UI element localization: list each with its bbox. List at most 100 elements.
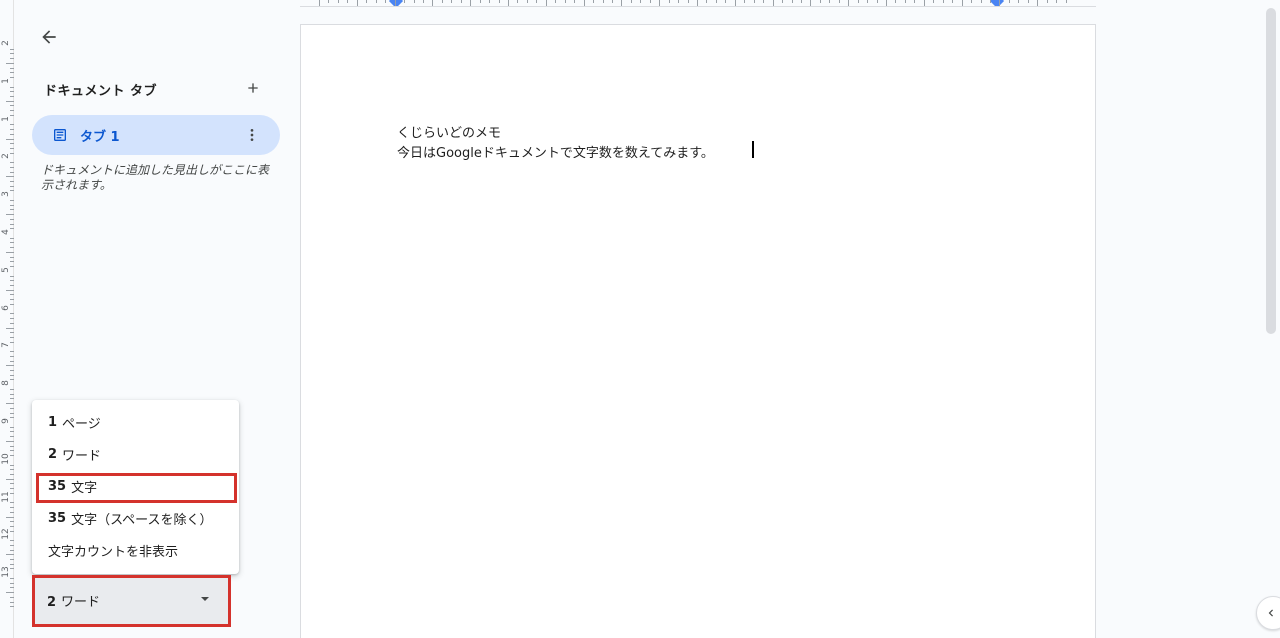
left-indent-marker[interactable] xyxy=(388,0,404,6)
horizontal-ruler-tick xyxy=(574,0,576,3)
vertical-ruler-tick xyxy=(6,214,14,216)
selected-unit: ワード xyxy=(61,595,101,610)
horizontal-ruler-tick xyxy=(904,0,906,3)
horizontal-ruler-tick xyxy=(536,0,538,3)
arrow-left-icon xyxy=(42,30,56,44)
horizontal-ruler-tick xyxy=(838,0,840,3)
vertical-ruler-tick xyxy=(6,592,14,594)
horizontal-ruler-tick xyxy=(1065,0,1067,3)
horizontal-ruler-tick xyxy=(649,0,651,3)
word-count-selector-label: 2 ワード xyxy=(47,591,100,610)
vertical-ruler-number: 9 xyxy=(1,418,11,424)
horizontal-ruler-tick xyxy=(923,0,925,6)
vertical-ruler-number: 13 xyxy=(1,566,11,578)
vertical-ruler-tick xyxy=(6,327,14,329)
horizontal-ruler-tick xyxy=(668,0,670,3)
horizontal-ruler-tick xyxy=(337,0,339,3)
menu-item-characters-excluding-spaces[interactable]: 35 文字（スペースを除く） xyxy=(32,502,239,534)
close-outline-button[interactable] xyxy=(36,24,62,50)
horizontal-ruler-tick xyxy=(706,0,708,3)
horizontal-ruler-tick xyxy=(640,0,642,3)
right-indent-marker[interactable] xyxy=(989,0,1005,6)
vertical-ruler-tick xyxy=(6,251,14,253)
document-page[interactable]: くじらいどのメモ 今日はGoogleドキュメントで文字数を数えてみます。 xyxy=(300,24,1096,638)
sidebar-item-tab-1[interactable]: タブ 1 xyxy=(32,115,280,155)
vertical-scrollbar[interactable] xyxy=(1266,8,1276,334)
selected-count: 2 xyxy=(47,595,57,610)
vertical-ruler-tick xyxy=(6,403,14,405)
horizontal-ruler-tick xyxy=(1008,0,1010,3)
menu-item-hide-word-count[interactable]: 文字カウントを非表示 xyxy=(32,534,239,566)
horizontal-ruler-tick xyxy=(1056,0,1058,3)
horizontal-ruler-tick xyxy=(1027,0,1029,3)
horizontal-ruler-tick xyxy=(715,0,717,3)
horizontal-ruler-tick xyxy=(470,0,472,6)
horizontal-ruler-tick xyxy=(319,0,320,6)
vertical-ruler-tick xyxy=(6,516,14,518)
menu-item-pages[interactable]: 1 ページ xyxy=(32,406,239,438)
menu-item-characters[interactable]: 35 文字 xyxy=(32,470,239,502)
horizontal-ruler-tick xyxy=(630,0,632,3)
horizontal-ruler-tick xyxy=(413,0,415,3)
horizontal-ruler-tick xyxy=(961,0,963,6)
menu-item-words[interactable]: 2 ワード xyxy=(32,438,239,470)
vertical-ruler-number: 1 xyxy=(1,77,11,84)
horizontal-ruler-tick xyxy=(659,0,661,6)
horizontal-ruler-tick xyxy=(687,0,689,3)
horizontal-ruler-tick xyxy=(498,0,500,3)
horizontal-ruler-tick xyxy=(394,0,396,6)
vertical-ruler-number: 8 xyxy=(1,380,11,387)
headings-placeholder-text: ドキュメントに追加した見出しがここに表示されます。 xyxy=(41,163,270,192)
plus-icon xyxy=(248,83,258,93)
horizontal-ruler-tick xyxy=(375,0,377,3)
show-side-panel-button[interactable] xyxy=(1256,596,1280,630)
vertical-ruler-number: 5 xyxy=(1,266,11,273)
menu-item-label: 文字カウントを非表示 xyxy=(48,544,179,560)
horizontal-ruler-tick xyxy=(725,0,727,3)
horizontal-ruler-tick xyxy=(451,0,453,3)
horizontal-ruler-tick xyxy=(857,0,859,3)
menu-item-label: 文字（スペースを除く） xyxy=(71,512,213,528)
document-line-2[interactable]: 今日はGoogleドキュメントで文字数を数えてみます。 xyxy=(397,142,714,161)
document-tabs-title: ドキュメント タブ xyxy=(44,84,158,99)
horizontal-ruler-tick xyxy=(791,0,793,3)
horizontal-ruler-tick xyxy=(895,0,897,3)
horizontal-ruler-tick xyxy=(564,0,566,3)
horizontal-ruler-tick xyxy=(1018,0,1020,3)
tab-options-button[interactable] xyxy=(240,123,264,147)
horizontal-ruler-tick xyxy=(819,0,821,3)
character-count-no-spaces: 35 xyxy=(48,510,67,526)
horizontal-ruler-tick xyxy=(772,0,774,6)
horizontal-ruler-tick xyxy=(441,0,443,3)
horizontal-ruler-tick xyxy=(782,0,784,3)
menu-item-label: ページ xyxy=(62,416,101,432)
chevron-left-icon xyxy=(1268,609,1273,617)
horizontal-ruler-tick xyxy=(678,0,680,3)
horizontal-ruler-tick xyxy=(810,0,812,6)
horizontal-ruler-tick xyxy=(460,0,462,3)
horizontal-ruler-tick xyxy=(555,0,557,3)
vertical-ruler-tick xyxy=(6,365,14,367)
vertical-ruler-tick xyxy=(6,478,14,480)
add-tab-button[interactable] xyxy=(242,77,264,99)
horizontal-ruler-tick xyxy=(848,0,850,6)
horizontal-ruler-tick xyxy=(800,0,802,3)
word-count-menu: 1 ページ 2 ワード 35 文字 35 文字（スペースを除く） 文字カウントを… xyxy=(32,400,239,574)
horizontal-ruler-tick xyxy=(328,0,330,3)
vertical-ruler-number: 6 xyxy=(1,304,11,311)
vertical-ruler-number: 12 xyxy=(1,528,11,541)
character-count: 35 xyxy=(48,478,67,494)
horizontal-ruler-tick xyxy=(508,0,509,6)
word-count-selector[interactable]: 2 ワード xyxy=(33,576,229,626)
tab-label: タブ 1 xyxy=(80,130,120,145)
vertical-ruler-number: 10 xyxy=(1,453,11,465)
horizontal-ruler-tick xyxy=(526,0,528,3)
horizontal-ruler-tick xyxy=(942,0,944,3)
horizontal-ruler-tick xyxy=(763,0,765,3)
word-count: 2 xyxy=(48,446,58,462)
horizontal-ruler-tick xyxy=(356,0,358,6)
document-line-1[interactable]: くじらいどのメモ xyxy=(397,122,501,141)
horizontal-ruler-tick xyxy=(602,0,604,3)
page-count: 1 xyxy=(48,414,58,430)
menu-item-label: ワード xyxy=(62,448,102,464)
